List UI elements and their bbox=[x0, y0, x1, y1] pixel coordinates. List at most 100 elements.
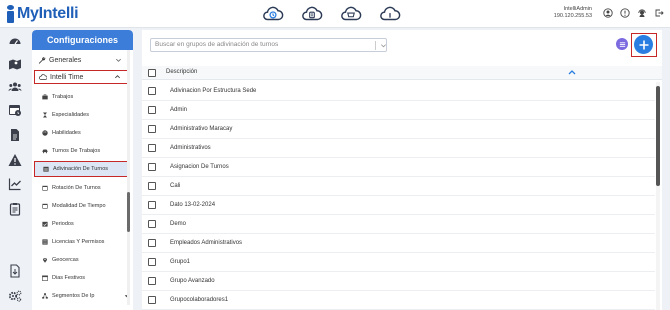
table-scrollbar-thumb[interactable] bbox=[656, 86, 660, 186]
cart-cloud-icon[interactable] bbox=[340, 3, 362, 25]
palette-icon bbox=[42, 130, 48, 136]
row-checkbox[interactable] bbox=[148, 106, 156, 114]
info-cloud-icon[interactable] bbox=[379, 3, 401, 25]
users-icon[interactable] bbox=[8, 80, 22, 94]
calendar-clock-icon[interactable] bbox=[8, 103, 22, 117]
config-item-label: Especialidades bbox=[52, 112, 89, 118]
search-select[interactable]: Buscar en grupos de adivinación de turno… bbox=[150, 38, 387, 52]
row-description: Administrativos bbox=[170, 145, 211, 151]
table-row[interactable]: Asignacion De Turnos bbox=[142, 158, 655, 177]
row-checkbox[interactable] bbox=[148, 277, 156, 285]
table-row[interactable]: Adivinacion Por Estructura Sede bbox=[142, 82, 655, 101]
row-checkbox[interactable] bbox=[148, 125, 156, 133]
user-name: IntelliAdmin bbox=[563, 6, 592, 12]
section-generales[interactable]: Generales bbox=[34, 53, 128, 67]
car-icon bbox=[42, 148, 48, 154]
config-item-dias-festivos[interactable]: Dias Festivos bbox=[34, 272, 128, 284]
add-button[interactable] bbox=[634, 35, 653, 54]
row-checkbox[interactable] bbox=[148, 163, 156, 171]
row-checkbox[interactable] bbox=[148, 144, 156, 152]
config-item-label: Licencias Y Permisos bbox=[52, 239, 105, 245]
config-panel: Configuraciones Generales Intelli Time T… bbox=[32, 30, 133, 310]
row-description: Administrativo Maracay bbox=[170, 126, 233, 132]
hourglass-icon bbox=[42, 112, 48, 118]
table-row[interactable]: Administrativo Maracay bbox=[142, 120, 655, 139]
row-checkbox[interactable] bbox=[148, 201, 156, 209]
row-checkbox[interactable] bbox=[148, 87, 156, 95]
select-all-checkbox[interactable] bbox=[148, 69, 156, 77]
config-item-modalidad-de-tiempo[interactable]: Modalidad De Tiempo bbox=[34, 200, 128, 212]
config-item-rotacion-de-turnos[interactable]: Rotación De Turnos bbox=[34, 182, 128, 194]
clipboard-icon[interactable] bbox=[8, 202, 22, 216]
sort-ascending-icon[interactable] bbox=[568, 69, 576, 76]
row-checkbox[interactable] bbox=[148, 239, 156, 247]
table-row[interactable]: Grupo1 bbox=[142, 253, 655, 272]
calendar-icon bbox=[42, 185, 48, 191]
config-item-geocercas[interactable]: Geocercas bbox=[34, 254, 128, 266]
config-item-trabajos[interactable]: Trabajos bbox=[34, 91, 128, 103]
logout-icon[interactable] bbox=[654, 8, 664, 18]
section-intelli-time[interactable]: Intelli Time bbox=[34, 70, 128, 84]
table-row[interactable]: Dato 13-02-2024 bbox=[142, 196, 655, 215]
config-scrollbar-track[interactable] bbox=[127, 50, 130, 305]
calendar-grid-icon bbox=[43, 166, 49, 172]
calendar-day-icon bbox=[42, 275, 48, 281]
row-checkbox[interactable] bbox=[148, 182, 156, 190]
network-icon bbox=[42, 293, 48, 299]
config-item-especialidades[interactable]: Especialidades bbox=[34, 109, 128, 121]
row-description: Admin bbox=[170, 107, 188, 113]
table-header: Descripción bbox=[142, 66, 662, 80]
row-checkbox[interactable] bbox=[148, 296, 156, 304]
map-location-icon[interactable] bbox=[8, 57, 22, 71]
biometric-cloud-icon[interactable] bbox=[301, 3, 323, 25]
config-item-label: Turnos De Trabajos bbox=[52, 148, 101, 154]
table-row[interactable]: Grupocolaboradores1 bbox=[142, 291, 655, 310]
search-placeholder: Buscar en grupos de adivinación de turno… bbox=[155, 41, 279, 48]
cloud-clock-icon bbox=[39, 73, 47, 81]
table-row[interactable]: Administrativos bbox=[142, 139, 655, 158]
warning-icon[interactable] bbox=[8, 153, 22, 167]
support-agent-icon[interactable] bbox=[637, 8, 647, 18]
row-description: Adivinacion Por Estructura Sede bbox=[170, 88, 257, 94]
alert-icon[interactable] bbox=[620, 8, 630, 18]
config-item-licencias-y-permisos[interactable]: Licencias Y Permisos bbox=[34, 236, 128, 248]
config-item-adivinacion-de-turnos[interactable]: Adivinación De Turnos bbox=[34, 161, 128, 177]
config-title: Configuraciones bbox=[32, 30, 133, 50]
config-item-segmentos-de-ip[interactable]: Segmentos De Ip bbox=[34, 290, 129, 302]
list-view-button[interactable] bbox=[616, 38, 628, 50]
table-row[interactable]: Demo bbox=[142, 215, 655, 234]
row-description: Cali bbox=[170, 183, 181, 189]
chevron-down-icon[interactable] bbox=[380, 42, 387, 49]
table-row[interactable]: Admin bbox=[142, 101, 655, 120]
config-item-turnos-de-trabajos[interactable]: Turnos De Trabajos bbox=[34, 145, 128, 157]
config-scrollbar-thumb[interactable] bbox=[127, 192, 130, 232]
table-row[interactable]: Cali bbox=[142, 177, 655, 196]
settings-icon[interactable] bbox=[8, 289, 22, 303]
chart-icon[interactable] bbox=[8, 177, 22, 191]
row-checkbox[interactable] bbox=[148, 220, 156, 228]
config-item-label: Geocercas bbox=[52, 257, 79, 263]
user-circle-icon[interactable] bbox=[603, 8, 613, 18]
config-item-label: Habilidades bbox=[52, 130, 81, 136]
wrench-icon bbox=[38, 56, 46, 64]
section-label: Generales bbox=[49, 56, 82, 64]
config-item-habilidades[interactable]: Habilidades bbox=[34, 127, 128, 139]
list-icon bbox=[619, 41, 625, 47]
table-row[interactable]: Empleados Administrativos bbox=[142, 234, 655, 253]
logo[interactable]: MyIntelli bbox=[6, 4, 79, 24]
config-item-periodos[interactable]: Periodos bbox=[34, 218, 128, 230]
clock-cloud-icon[interactable] bbox=[262, 3, 284, 25]
row-description: Demo bbox=[170, 221, 187, 227]
column-header-descripcion[interactable]: Descripción bbox=[166, 69, 197, 75]
top-module-icons bbox=[262, 3, 401, 25]
export-icon[interactable] bbox=[8, 264, 22, 278]
dashboard-icon[interactable] bbox=[8, 34, 22, 48]
row-checkbox[interactable] bbox=[148, 258, 156, 266]
briefcase-icon bbox=[42, 94, 48, 100]
config-item-label: Adivinación De Turnos bbox=[53, 166, 109, 172]
document-icon[interactable] bbox=[8, 128, 22, 142]
user-info: IntelliAdmin 190.120.255.53 bbox=[554, 6, 592, 20]
user-ip: 190.120.255.53 bbox=[553, 13, 592, 19]
section-label: Intelli Time bbox=[50, 73, 84, 81]
table-row[interactable]: Grupo Avanzado bbox=[142, 272, 655, 291]
